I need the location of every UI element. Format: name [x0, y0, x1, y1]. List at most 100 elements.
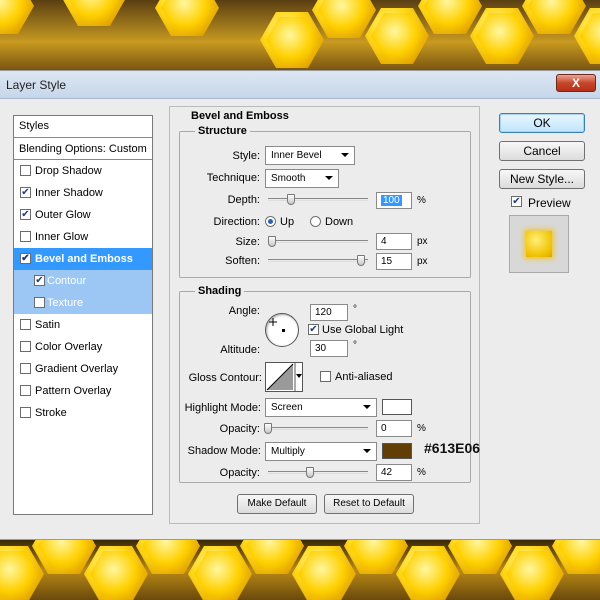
angle-input[interactable]: 120 — [310, 304, 348, 321]
style-item-label: Stroke — [35, 407, 67, 419]
reset-to-default-button[interactable]: Reset to Default — [324, 494, 414, 514]
style-item[interactable]: Drop Shadow — [14, 160, 152, 182]
checkbox-empty[interactable] — [20, 319, 31, 330]
style-item[interactable]: ✔ Bevel and Emboss — [14, 248, 152, 270]
soften-slider-thumb[interactable] — [357, 255, 365, 266]
checkbox-empty[interactable] — [20, 231, 31, 242]
depth-slider-track[interactable] — [268, 198, 368, 201]
styles-header[interactable]: Styles — [14, 116, 152, 138]
style-preview — [509, 215, 569, 273]
style-select-value: Inner Bevel — [271, 150, 322, 161]
size-slider-track[interactable] — [268, 240, 368, 243]
shadow-opacity-thumb[interactable] — [306, 467, 314, 478]
preview-swatch — [526, 231, 552, 257]
shadow-opacity-input[interactable]: 42 — [376, 464, 412, 481]
structure-legend: Structure — [195, 125, 250, 137]
checkmark-icon: ✔ — [308, 324, 319, 335]
style-item-label: Pattern Overlay — [35, 385, 112, 397]
global-light-checkbox[interactable]: ✔ — [308, 323, 319, 335]
style-item-label: Color Overlay — [35, 341, 103, 353]
close-icon: X — [571, 76, 580, 90]
style-item[interactable]: ✔ Inner Shadow — [14, 182, 152, 204]
technique-label: Technique: — [206, 172, 260, 184]
angle-unit: ° — [353, 304, 357, 315]
shadow-opacity-track[interactable] — [268, 471, 368, 474]
style-item[interactable]: ✔ Outer Glow — [14, 204, 152, 226]
checkbox-empty[interactable] — [20, 363, 31, 374]
highlight-mode-select[interactable]: Screen — [265, 398, 377, 417]
checkmark-icon[interactable]: ✔ — [34, 275, 45, 286]
preview-label: Preview — [528, 196, 571, 210]
soften-label: Soften: — [225, 255, 260, 267]
preview-checkbox[interactable]: ✔ — [511, 195, 522, 207]
anti-aliased-checkbox[interactable] — [320, 371, 331, 385]
direction-up-label: Up — [280, 216, 295, 228]
style-item[interactable]: Satin — [14, 314, 152, 336]
highlight-opacity-unit: % — [417, 423, 426, 434]
style-item[interactable]: ✔ Contour — [14, 270, 152, 292]
size-input[interactable]: 4 — [376, 233, 412, 250]
cancel-button[interactable]: Cancel — [499, 141, 585, 161]
honeycomb-background-top — [0, 0, 600, 70]
style-item[interactable]: Stroke — [14, 402, 152, 424]
gloss-contour-picker[interactable] — [265, 362, 303, 392]
new-style-button[interactable]: New Style... — [499, 169, 585, 189]
direction-up-radio[interactable] — [265, 216, 276, 227]
checkmark-icon[interactable]: ✔ — [20, 253, 31, 264]
checkbox-empty[interactable] — [34, 297, 45, 308]
soften-slider-track[interactable] — [268, 259, 368, 262]
style-select[interactable]: Inner Bevel — [265, 146, 355, 165]
bevel-emboss-title: Bevel and Emboss — [189, 110, 291, 122]
style-item-label: Inner Shadow — [35, 187, 103, 199]
depth-value: 100 — [381, 195, 402, 206]
checkbox-empty[interactable] — [20, 165, 31, 176]
checkmark-icon: ✔ — [511, 196, 522, 207]
anti-aliased-label: Anti-aliased — [335, 371, 393, 383]
size-slider-thumb[interactable] — [268, 236, 276, 247]
checkbox-empty[interactable] — [20, 341, 31, 352]
style-item-label: Texture — [47, 297, 84, 309]
style-item-label: Satin — [35, 319, 61, 331]
style-item[interactable]: Inner Glow — [14, 226, 152, 248]
size-unit: px — [417, 236, 428, 247]
shadow-opacity-label: Opacity: — [219, 467, 260, 479]
chevron-down-icon — [341, 153, 349, 157]
highlight-mode-value: Screen — [271, 402, 303, 413]
layer-style-dialog: Layer Style X Styles Blending Options: C… — [0, 70, 600, 540]
checkbox-empty[interactable] — [20, 385, 31, 396]
altitude-input[interactable]: 30 — [310, 340, 348, 357]
highlight-opacity-input[interactable]: 0 — [376, 420, 412, 437]
direction-down-radio[interactable] — [310, 216, 321, 227]
angle-label: Angle: — [228, 305, 260, 317]
style-item[interactable]: Texture — [14, 292, 152, 314]
chevron-down-icon — [363, 405, 371, 409]
highlight-opacity-thumb[interactable] — [264, 423, 272, 434]
ok-button[interactable]: OK — [499, 113, 585, 133]
depth-unit: % — [417, 195, 426, 206]
checkmark-icon[interactable]: ✔ — [20, 209, 31, 220]
title-bar[interactable]: Layer Style X — [0, 71, 600, 99]
shadow-opacity-unit: % — [417, 467, 426, 478]
shadow-mode-select[interactable]: Multiply — [265, 442, 377, 461]
depth-slider-thumb[interactable] — [287, 194, 295, 205]
close-button[interactable]: X — [556, 74, 596, 92]
size-label: Size: — [235, 236, 260, 248]
soften-input[interactable]: 15 — [376, 253, 412, 270]
chevron-down-icon — [363, 449, 371, 453]
style-item[interactable]: Color Overlay — [14, 336, 152, 358]
make-default-button[interactable]: Make Default — [237, 494, 317, 514]
checkbox-empty[interactable] — [20, 407, 31, 418]
soften-unit: px — [417, 256, 428, 267]
altitude-label: Altitude: — [220, 344, 260, 356]
highlight-mode-label: Highlight Mode: — [184, 402, 261, 414]
depth-input[interactable]: 100 — [376, 192, 412, 209]
angle-dial[interactable] — [265, 313, 299, 347]
style-item[interactable]: Gradient Overlay — [14, 358, 152, 380]
shadow-color-swatch[interactable] — [382, 443, 412, 459]
checkmark-icon[interactable]: ✔ — [20, 187, 31, 198]
highlight-opacity-track[interactable] — [268, 427, 368, 430]
style-item[interactable]: Pattern Overlay — [14, 380, 152, 402]
blending-options-item[interactable]: Blending Options: Custom — [14, 138, 152, 160]
highlight-color-swatch[interactable] — [382, 399, 412, 415]
technique-select[interactable]: Smooth — [265, 169, 339, 188]
